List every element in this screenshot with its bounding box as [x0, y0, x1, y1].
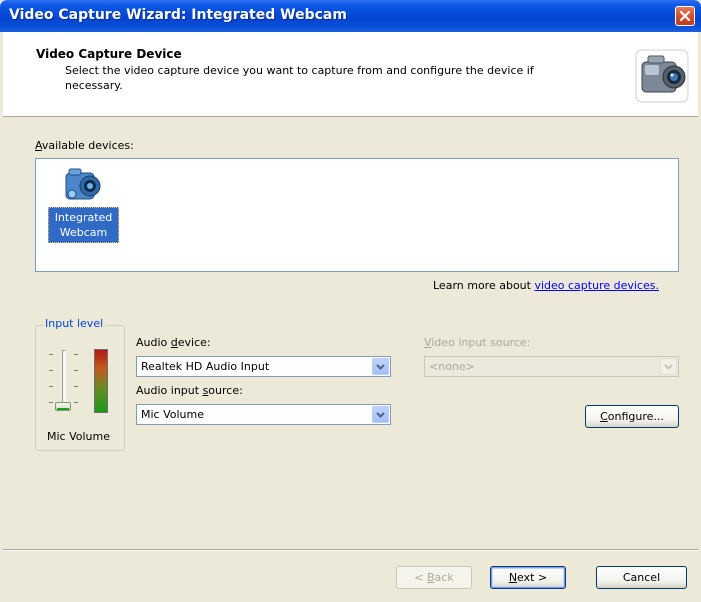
available-devices-label: Available devices:: [35, 139, 134, 152]
device-label: Integrated Webcam: [48, 207, 119, 243]
input-level-legend: Input level: [43, 317, 106, 330]
slider-tick: [49, 354, 53, 355]
wizard-window: Video Capture Wizard: Integrated Webcam …: [0, 0, 701, 602]
audio-input-source-dropdown-button[interactable]: [372, 406, 389, 423]
wizard-header: Video Capture Device Select the video ca…: [3, 32, 698, 117]
video-input-source-dropdown-button[interactable]: [660, 358, 677, 375]
audio-input-source-label: Audio input source:: [136, 384, 243, 397]
audio-device-select[interactable]: Realtek HD Audio Input: [136, 356, 391, 377]
window-title: Video Capture Wizard: Integrated Webcam: [9, 7, 347, 23]
slider-tick: [74, 402, 78, 403]
video-input-source-select[interactable]: <none>: [424, 356, 679, 377]
close-button[interactable]: [675, 6, 695, 26]
audio-device-value: Realtek HD Audio Input: [141, 360, 270, 373]
slider-tick: [49, 370, 53, 371]
next-button[interactable]: Next >: [490, 566, 566, 589]
cancel-button[interactable]: Cancel: [596, 566, 687, 589]
slider-tick: [49, 402, 53, 403]
slider-tick: [74, 354, 78, 355]
input-level-meter: [94, 349, 108, 413]
slider-tick: [74, 370, 78, 371]
audio-device-dropdown-button[interactable]: [372, 358, 389, 375]
video-capture-devices-link[interactable]: video capture devices.: [534, 279, 659, 292]
page-title: Video Capture Device: [36, 47, 182, 61]
audio-device-label: Audio device:: [136, 336, 211, 349]
title-bar[interactable]: Video Capture Wizard: Integrated Webcam: [0, 0, 701, 32]
audio-input-source-select[interactable]: Mic Volume: [136, 404, 391, 425]
camcorder-icon: [635, 49, 689, 103]
video-input-source-value: <none>: [429, 360, 475, 373]
video-input-source-label: Video input source:: [424, 336, 531, 349]
close-icon: [679, 10, 691, 22]
device-list[interactable]: Integrated Webcam: [35, 158, 679, 272]
webcam-icon: [65, 168, 101, 200]
learn-more-text: Learn more about video capture devices.: [433, 279, 659, 292]
configure-button[interactable]: Configure...: [585, 405, 679, 428]
slider-tick: [49, 386, 53, 387]
audio-input-source-value: Mic Volume: [141, 408, 205, 421]
input-level-group: Input level Mic Volume: [35, 317, 125, 451]
mic-volume-slider-thumb[interactable]: [55, 402, 71, 411]
chevron-down-icon: [376, 364, 385, 370]
slider-tick: [74, 386, 78, 387]
back-button[interactable]: < Back: [396, 566, 472, 589]
chevron-down-icon: [376, 412, 385, 418]
footer-divider: [3, 549, 698, 551]
page-description: Select the video capture device you want…: [65, 64, 534, 92]
chevron-down-icon: [664, 364, 673, 370]
mic-volume-label: Mic Volume: [47, 430, 111, 443]
